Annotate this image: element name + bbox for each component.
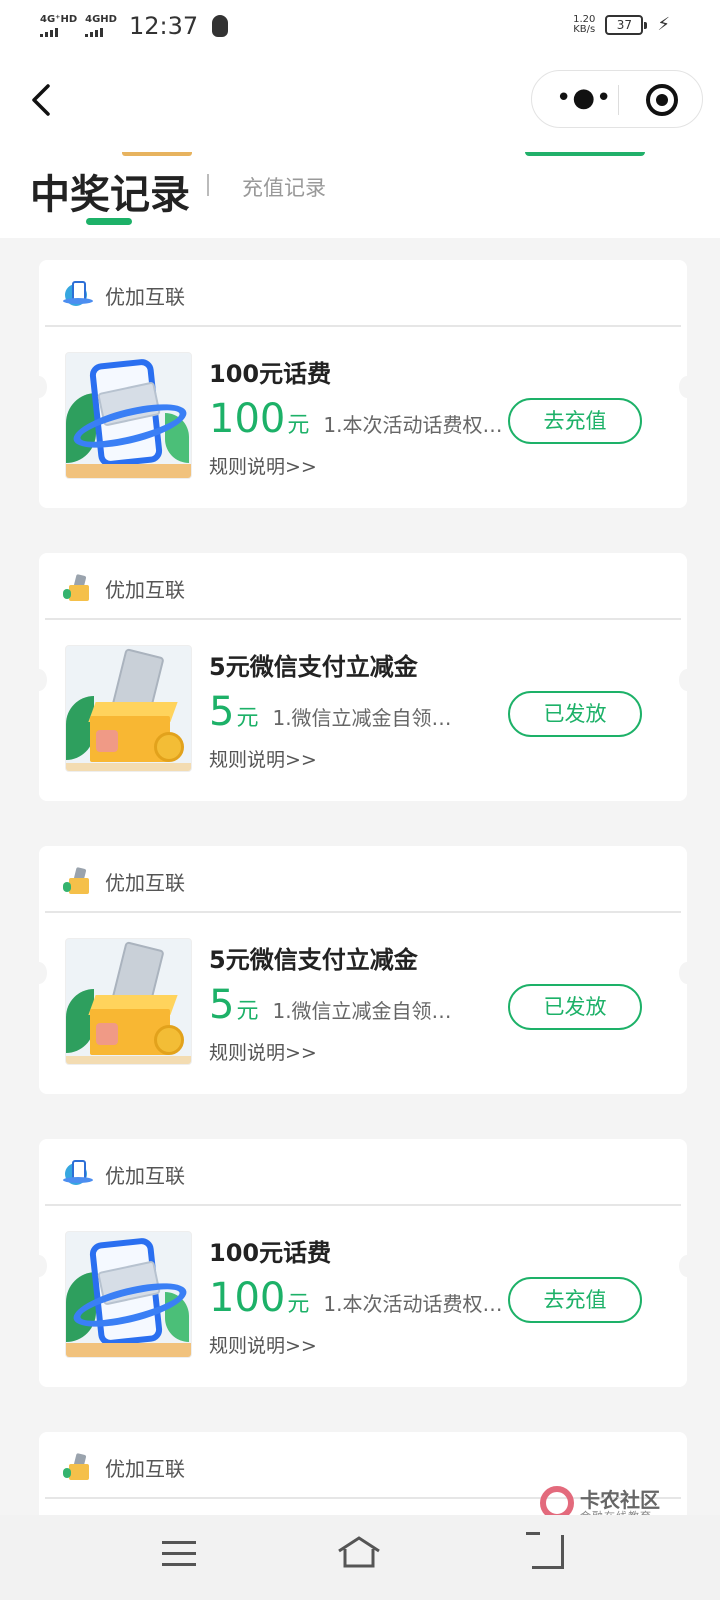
brand-name: 优加互联	[105, 1163, 185, 1188]
recharge-button[interactable]: 去充值	[508, 398, 642, 444]
status-bar: 4G⁺HD 4GHD 12:37 1.20 KB/s 37 ⚡	[0, 0, 720, 56]
signal-1-label: 4G⁺HD	[40, 14, 78, 25]
cashbox-icon	[63, 866, 93, 896]
prize-amount: 100	[209, 396, 286, 442]
back-nav-icon[interactable]	[526, 1532, 564, 1569]
rules-link[interactable]: 规则说明>>	[209, 745, 317, 772]
more-button[interactable]: •●•	[556, 85, 611, 112]
miniprogram-capsule: •●•	[531, 70, 703, 128]
back-button[interactable]	[24, 80, 64, 120]
banner-peek-left	[122, 152, 192, 156]
price-row: 5 元 1.微信立减金自领…	[209, 982, 452, 1030]
network-speed: 1.20 KB/s	[573, 13, 596, 35]
prize-amount: 5	[209, 982, 235, 1028]
cashbox-icon	[63, 1452, 93, 1482]
prize-amount: 5	[209, 689, 235, 735]
prize-thumbnail	[65, 938, 192, 1065]
price-row: 100 元 1.本次活动话费权…	[209, 396, 502, 444]
card-divider	[45, 1204, 681, 1206]
signal-2-label: 4GHD	[85, 14, 117, 25]
rules-link[interactable]: 规则说明>>	[209, 452, 317, 479]
prize-card: 优加互联 5元微信支付立减金 5 元 1.微信立减金自领… 规则说明>> 已发放	[31, 553, 695, 801]
prize-description: 1.本次活动话费权…	[323, 413, 503, 437]
price-row: 100 元 1.本次活动话费权…	[209, 1275, 502, 1323]
nav-bar: •●•	[0, 56, 720, 152]
capsule-divider	[618, 85, 619, 115]
prize-description: 1.微信立减金自领…	[272, 999, 452, 1023]
banner-peek-right	[525, 152, 645, 156]
brand-name: 优加互联	[105, 1456, 185, 1481]
brand-name: 优加互联	[105, 577, 185, 602]
card-divider	[45, 325, 681, 327]
home-icon[interactable]	[336, 1535, 382, 1571]
recharge-button[interactable]: 去充值	[508, 1277, 642, 1323]
issued-button[interactable]: 已发放	[508, 984, 642, 1030]
cashbox-icon	[63, 573, 93, 603]
prize-unit: 元	[236, 706, 259, 731]
card-divider	[45, 618, 681, 620]
rules-link[interactable]: 规则说明>>	[209, 1038, 317, 1065]
prize-card: 优加互联 100元话费 100 元 1.本次活动话费权… 规则说明>> 去充值	[31, 260, 695, 508]
card-divider	[45, 911, 681, 913]
status-time: 12:37	[128, 12, 199, 40]
tab-separator	[207, 174, 209, 196]
active-tab-indicator	[86, 218, 132, 225]
charging-icon: ⚡	[657, 14, 670, 35]
phone-recharge-icon	[63, 280, 93, 310]
phone-recharge-icon	[63, 1159, 93, 1189]
network-speed-unit: KB/s	[573, 23, 596, 35]
chevron-left-icon	[32, 84, 50, 116]
network-speed-value: 1.20	[573, 13, 596, 25]
menu-icon[interactable]	[162, 1541, 196, 1567]
prize-thumbnail	[65, 1231, 192, 1358]
prize-unit: 元	[287, 1292, 310, 1317]
home-outline-icon	[338, 1536, 380, 1568]
prize-amount: 100	[209, 1275, 286, 1321]
prize-thumbnail	[65, 352, 192, 479]
prize-description: 1.微信立减金自领…	[272, 706, 452, 730]
qq-notification-icon	[212, 15, 229, 37]
brand-name: 优加互联	[105, 870, 185, 895]
record-tabs: 中奖记录 充值记录	[0, 152, 720, 238]
rules-link[interactable]: 规则说明>>	[209, 1331, 317, 1358]
prize-thumbnail	[65, 645, 192, 772]
signal-1-icon: 4G⁺HD	[40, 15, 77, 37]
prize-description: 1.本次活动话费权…	[323, 1292, 503, 1316]
prize-unit: 元	[236, 999, 259, 1024]
tab-recharge-records[interactable]: 充值记录	[242, 172, 326, 202]
issued-button[interactable]: 已发放	[508, 691, 642, 737]
tab-prize-records[interactable]: 中奖记录	[30, 162, 190, 220]
prize-card: 优加互联 100元话费 100 元 1.本次活动话费权… 规则说明>> 去充值	[31, 1139, 695, 1387]
battery-icon: 37	[605, 14, 648, 35]
prize-title: 100元话费	[209, 1239, 332, 1267]
price-row: 5 元 1.微信立减金自领…	[209, 689, 452, 737]
brand-name: 优加互联	[105, 284, 185, 309]
prize-title: 5元微信支付立减金	[209, 946, 418, 974]
battery-level: 37	[616, 17, 632, 32]
signal-2-icon: 4GHD	[85, 15, 117, 37]
prize-card: 优加互联 5元微信支付立减金 5 元 1.微信立减金自领… 规则说明>> 已发放	[31, 846, 695, 1094]
prize-title: 5元微信支付立减金	[209, 653, 418, 681]
prize-title: 100元话费	[209, 360, 332, 388]
close-miniprogram-button[interactable]	[646, 84, 678, 116]
system-nav-bar	[0, 1515, 720, 1600]
prize-unit: 元	[287, 413, 310, 438]
